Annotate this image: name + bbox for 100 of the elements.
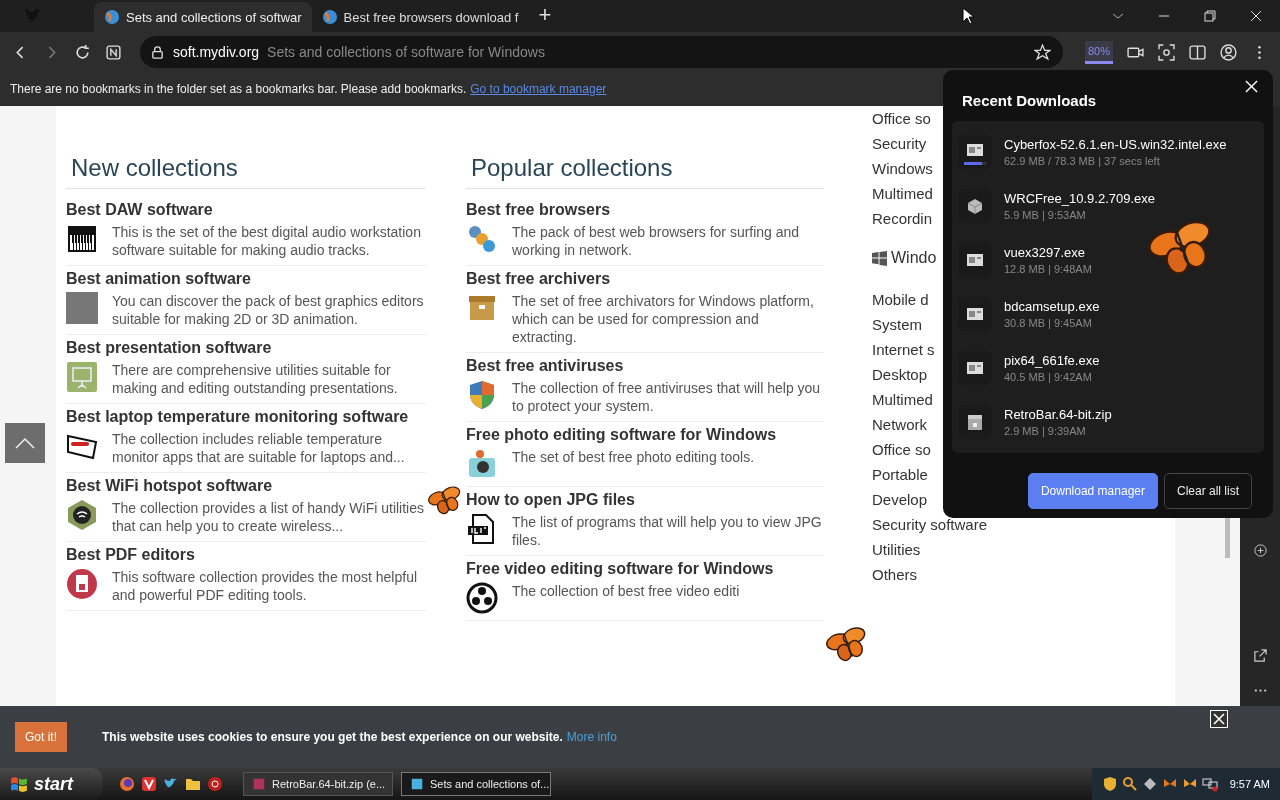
category-heading: Windo xyxy=(891,249,937,267)
category-link[interactable]: Multimed xyxy=(872,387,933,412)
file-info: 40.5 MB | 9:42AM xyxy=(1004,371,1093,383)
category-link[interactable]: Windows xyxy=(872,156,933,181)
new-tab-button[interactable]: + xyxy=(528,2,562,32)
scrollbar-thumb[interactable] xyxy=(1225,518,1230,558)
profile-icon[interactable] xyxy=(1220,43,1237,61)
file-info: 62.9 MB / 78.3 MB | 37 secs left xyxy=(1004,155,1161,167)
window-title: RetroBar.64-bit.zip (e... xyxy=(272,778,386,790)
file-name: RetroBar.64-bit.zip xyxy=(1004,407,1112,422)
collection-description: The set of free archivators for Windows platform, which can be used for compression and extracting. xyxy=(512,292,815,346)
archive-file-icon xyxy=(965,412,985,432)
external-link-icon[interactable] xyxy=(1252,648,1268,663)
category-link[interactable]: Desktop xyxy=(872,362,928,387)
reload-icon[interactable] xyxy=(74,43,91,61)
category-link[interactable]: System xyxy=(872,312,922,337)
add-panel-icon[interactable] xyxy=(1252,543,1268,558)
restore-icon[interactable] xyxy=(1202,8,1218,24)
collection-link[interactable]: Best PDF editors xyxy=(66,546,426,564)
section-heading: Popular collections xyxy=(466,154,824,189)
globe-icon xyxy=(321,9,338,25)
collection-description: You can discover the pack of best graphics editors suitable for making 2D or 3D animation. xyxy=(112,292,425,328)
file-info: 12.8 MB | 9:48AM xyxy=(1004,263,1092,275)
taskbar-window-button[interactable]: Sets and collections of... xyxy=(401,772,551,796)
windows-flag-icon xyxy=(10,775,28,793)
category-link[interactable]: Mobile d xyxy=(872,287,929,312)
screenshot-icon[interactable] xyxy=(1158,43,1175,61)
collection-link[interactable]: Best laptop temperature monitoring software xyxy=(66,408,426,426)
file-name: Cyberfox-52.6.1.en-US.win32.intel.exe xyxy=(1004,137,1227,152)
collection-description: This is the set of the best digital audio workstation software suitable for making audio tracks. xyxy=(112,223,422,259)
download-manager-button[interactable]: Download manager xyxy=(1027,473,1158,509)
category-link[interactable]: Office so xyxy=(872,437,931,462)
magnifier-icon[interactable] xyxy=(1121,776,1138,792)
windows-logo-icon xyxy=(872,250,887,266)
download-item[interactable]: WRCFree_10.9.2.709.exe 5.9 MB | 9:53AM xyxy=(958,179,1258,233)
presentation-board-icon xyxy=(66,361,98,393)
category-link[interactable]: Security software xyxy=(872,512,988,537)
category-link[interactable]: Others xyxy=(872,562,917,587)
folder-icon[interactable] xyxy=(185,776,201,792)
collection-description: There are comprehensive utilities suitable for making and editing outstanding presentations. xyxy=(112,361,399,397)
browser-tab[interactable]: Sets and collections of softwar xyxy=(94,2,312,32)
split-view-icon[interactable] xyxy=(1189,43,1206,61)
bookmarks-message: There are no bookmarks in the folder set as a bookmarks bar. Please add bookmarks. xyxy=(10,82,467,96)
camera-icon xyxy=(466,448,498,480)
collection-description: The list of programs that will help you to view JPG files. xyxy=(512,513,823,549)
collection-link[interactable]: Best free antiviruses xyxy=(466,357,824,375)
download-item[interactable]: RetroBar.64-bit.zip 2.9 MB | 9:39AM xyxy=(958,395,1258,449)
category-link[interactable]: Recordin xyxy=(872,206,933,231)
file-info: 2.9 MB | 9:39AM xyxy=(1004,425,1087,437)
collection-description: The pack of best web browsers for surfing and working in network. xyxy=(512,223,801,259)
file-info: 30.8 MB | 9:45AM xyxy=(1004,317,1093,329)
download-item[interactable]: Cyberfox-52.6.1.en-US.win32.intel.exe 62.9 MB / 78.3 MB | 37 secs left xyxy=(958,125,1258,179)
photo-placeholder xyxy=(66,292,98,324)
popup-title: Recent Downloads xyxy=(962,92,1097,109)
collection-link[interactable]: Free video editing software for Windows xyxy=(466,560,824,578)
collection-link[interactable]: Best free browsers xyxy=(466,201,824,219)
collection-description: The collection of best free video editi xyxy=(512,582,740,600)
bookmark-manager-link[interactable]: Go to bookmark manager xyxy=(470,82,607,96)
category-link[interactable]: Utilities xyxy=(872,537,921,562)
zoom-badge[interactable]: 80% xyxy=(1084,40,1113,64)
collection-description: The collection of free antiviruses that will help you to protect your system. xyxy=(512,379,822,415)
star-icon[interactable] xyxy=(1033,43,1051,61)
collection-link[interactable]: How to open JPG files xyxy=(466,491,824,509)
mouse-cursor-icon xyxy=(962,7,974,25)
collection-description: The collection provides a list of handy WiFi utilities that can help you to create wireless... xyxy=(112,499,426,535)
download-item[interactable]: vuex3297.exe 12.8 MB | 9:48AM xyxy=(958,233,1258,287)
file-name: vuex3297.exe xyxy=(1004,245,1086,260)
category-link[interactable]: Develop xyxy=(872,487,928,512)
taskbar-window-button[interactable]: RetroBar.64-bit.zip (e... xyxy=(243,772,393,796)
network-icon[interactable] xyxy=(1201,776,1218,792)
clear-list-button[interactable]: Clear all list xyxy=(1164,473,1252,509)
download-item[interactable]: bdcamsetup.exe 30.8 MB | 9:45AM xyxy=(958,287,1258,341)
more-info-link[interactable]: More info xyxy=(566,730,617,744)
collection-link[interactable]: Best animation software xyxy=(66,270,426,288)
category-link[interactable]: Portable xyxy=(872,462,928,487)
collection-link[interactable]: Best presentation software xyxy=(66,339,426,357)
piano-keyboard-icon xyxy=(66,223,98,255)
download-item[interactable]: pix64_661fe.exe 40.5 MB | 9:42AM xyxy=(958,341,1258,395)
category-link[interactable]: Security xyxy=(872,131,927,156)
cookie-message: This website uses cookies to ensure you get the best experience on our website. xyxy=(102,730,563,744)
start-button[interactable]: start xyxy=(0,768,103,800)
record-icon[interactable] xyxy=(207,776,223,792)
address-bar[interactable]: soft.mydiv.org Sets and collections of software for Windows xyxy=(140,36,1063,68)
collection-link[interactable]: Best DAW software xyxy=(66,201,426,219)
close-icon[interactable] xyxy=(1248,8,1264,24)
letter-v-icon[interactable] xyxy=(141,776,157,792)
letter-n-icon[interactable] xyxy=(105,43,122,61)
category-link[interactable]: Network xyxy=(872,412,927,437)
file-name: pix64_661fe.exe xyxy=(1004,353,1100,368)
category-link[interactable]: Office so xyxy=(872,106,931,131)
close-icon[interactable] xyxy=(1210,710,1228,728)
collection-link[interactable]: Free photo editing software for Windows xyxy=(466,426,824,444)
tab-title: Best free browsers download f xyxy=(343,9,519,25)
close-icon[interactable] xyxy=(1245,80,1258,93)
collection-link[interactable]: Best free archivers xyxy=(466,270,824,288)
category-link[interactable]: Internet s xyxy=(872,337,935,362)
browser-tab[interactable]: Best free browsers download f xyxy=(311,2,529,32)
shield-icon[interactable] xyxy=(1101,776,1118,792)
collection-link[interactable]: Best WiFi hotspot software xyxy=(66,477,426,495)
category-link[interactable]: Multimed xyxy=(872,181,933,206)
